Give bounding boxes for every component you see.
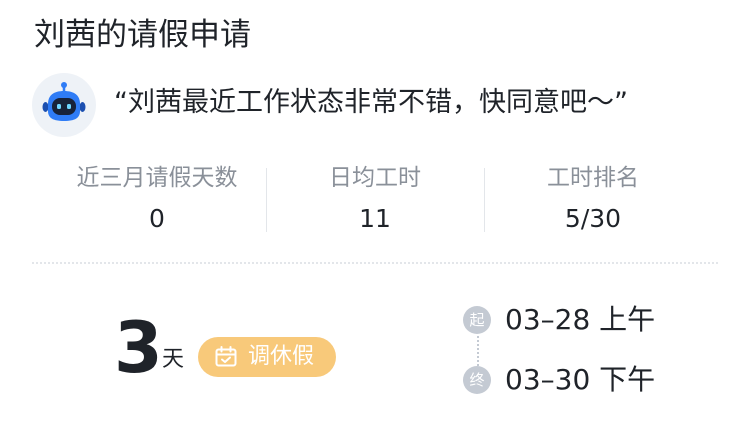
- stat-value: 11: [359, 204, 391, 233]
- robot-avatar-icon: [32, 73, 96, 137]
- stats-panel: 近三月请假天数 0 日均工时 11 工时排名 5/30: [48, 160, 702, 234]
- leave-type-badge: 调休假: [198, 337, 336, 377]
- end-time: 03–30 下午: [505, 363, 656, 396]
- stat-label: 工时排名: [547, 165, 639, 191]
- stat-leave-days: 近三月请假天数 0: [48, 160, 266, 234]
- stat-value: 5/30: [564, 204, 622, 233]
- calendar-icon: [214, 345, 238, 369]
- end-marker: 终: [463, 366, 491, 394]
- stat-value: 0: [149, 204, 165, 233]
- start-marker: 起: [463, 306, 491, 334]
- stat-daily-hours: 日均工时 11: [266, 160, 484, 234]
- section-divider: [32, 262, 718, 264]
- stat-label: 日均工时: [329, 165, 421, 191]
- stat-label: 近三月请假天数: [76, 165, 238, 191]
- leave-days-unit: 天: [162, 347, 185, 372]
- page-title: 刘茜的请假申请: [34, 17, 251, 53]
- recommendation-quote: “刘茜最近工作状态非常不错，快同意吧～”: [114, 87, 628, 118]
- stat-hours-rank: 工时排名 5/30: [484, 160, 702, 234]
- leave-type-label: 调休假: [248, 344, 315, 369]
- timeline-connector: [477, 336, 479, 366]
- start-time: 03–28 上午: [505, 303, 656, 336]
- leave-days-count: 3: [114, 307, 163, 389]
